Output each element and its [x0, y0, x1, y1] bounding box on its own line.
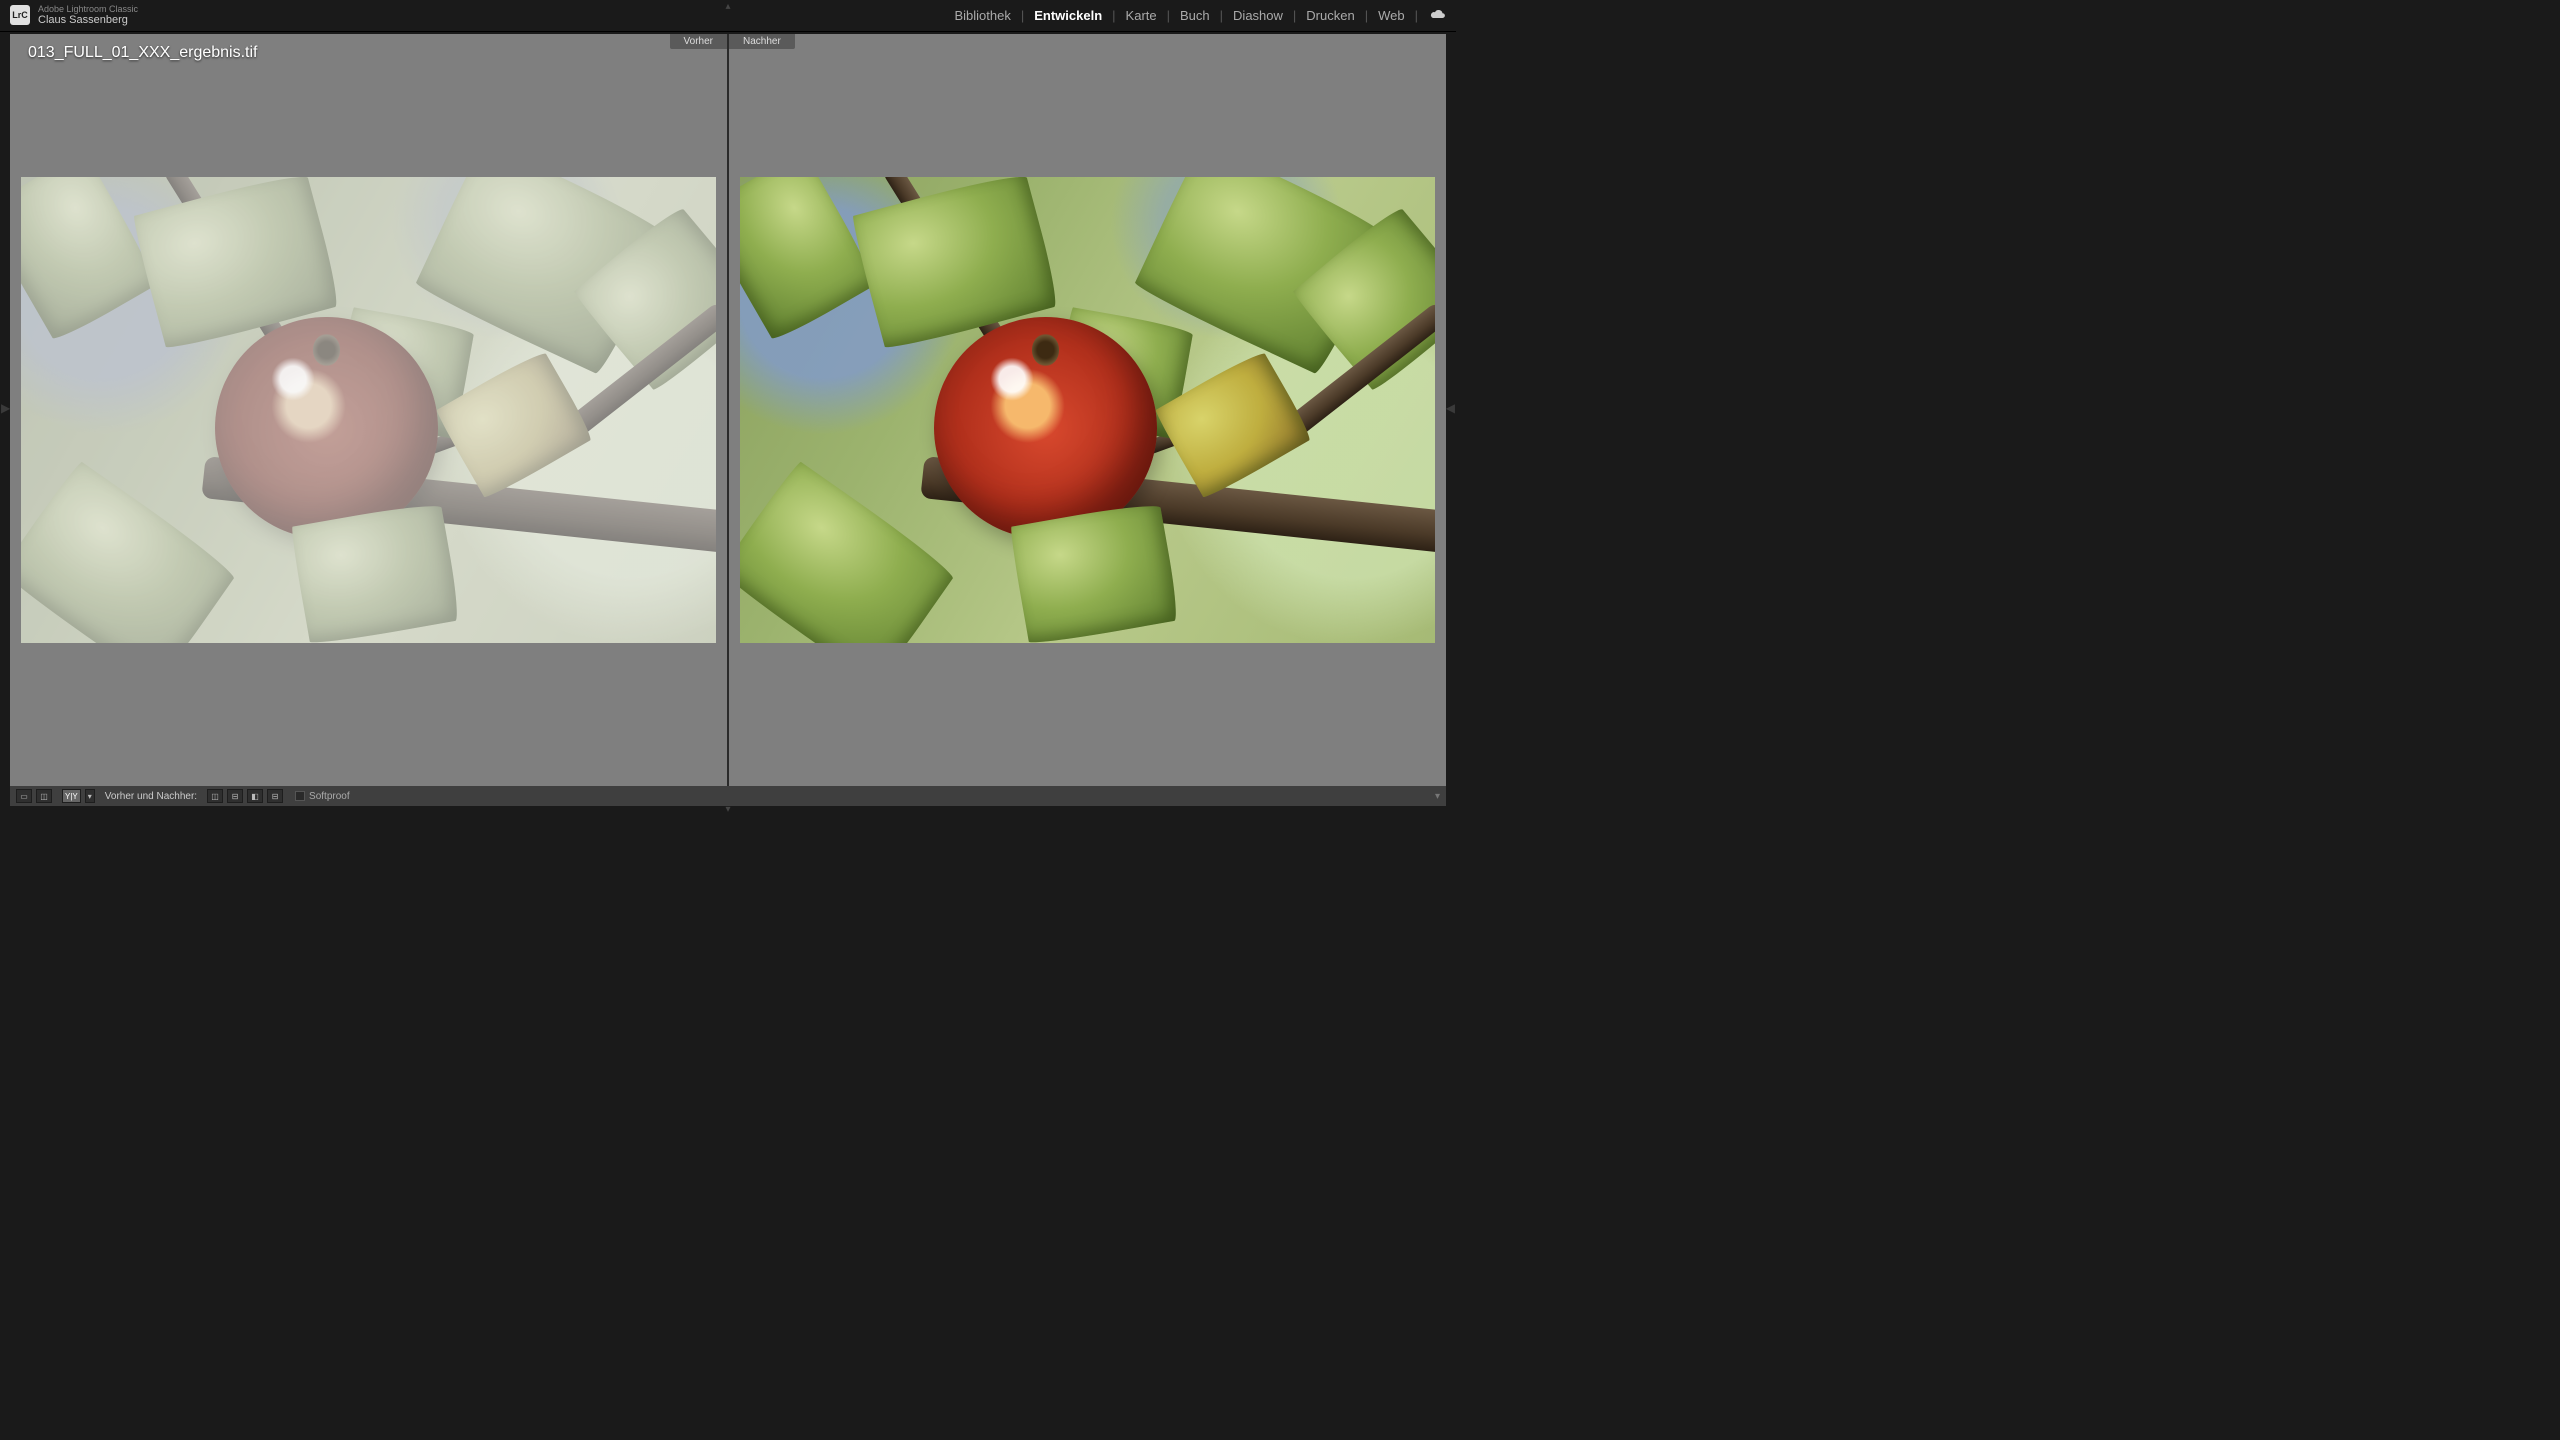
app-logo-icon: LrC	[10, 5, 30, 25]
module-separator: |	[1287, 8, 1302, 23]
module-separator: |	[1409, 8, 1424, 23]
before-photo[interactable]	[21, 177, 716, 644]
module-separator: |	[1161, 8, 1176, 23]
module-separator: |	[1015, 8, 1030, 23]
left-panel-collapse-icon[interactable]: ▶	[1, 401, 10, 415]
right-panel-collapse-icon[interactable]: ◀	[1446, 401, 1455, 415]
top-panel-collapse-icon[interactable]: ▴	[725, 1, 730, 12]
cloud-sync-icon[interactable]	[1424, 8, 1446, 23]
compare-grid-button[interactable]: ◫	[36, 789, 52, 803]
ba-mode-leftright-button[interactable]: ◫	[207, 789, 223, 803]
before-pane[interactable]: 013_FULL_01_XXX_ergebnis.tif Vorher	[10, 34, 729, 786]
module-separator: |	[1359, 8, 1374, 23]
before-after-button[interactable]: Y|Y	[62, 789, 81, 803]
module-web[interactable]: Web	[1374, 8, 1409, 23]
before-tag: Vorher	[670, 34, 727, 49]
module-drucken[interactable]: Drucken	[1302, 8, 1358, 23]
module-entwickeln[interactable]: Entwickeln	[1030, 8, 1106, 23]
ba-mode-split-v-button[interactable]: ◧	[247, 789, 263, 803]
app-title: Adobe Lightroom Classic	[38, 5, 138, 15]
after-pane[interactable]: Nachher	[729, 34, 1446, 786]
app-title-block: Adobe Lightroom Classic Claus Sassenberg	[38, 5, 138, 27]
before-after-dropdown[interactable]: ▾	[85, 789, 95, 803]
filmstrip-collapse-icon[interactable]: ▾	[725, 804, 730, 815]
before-after-label: Vorher und Nachher:	[99, 791, 203, 802]
ba-mode-split-h-button[interactable]: ⊟	[267, 789, 283, 803]
after-photo[interactable]	[740, 177, 1435, 644]
module-separator: |	[1106, 8, 1121, 23]
module-picker: Bibliothek|Entwickeln|Karte|Buch|Diashow…	[950, 8, 1446, 23]
module-karte[interactable]: Karte	[1122, 8, 1161, 23]
filename-label: 013_FULL_01_XXX_ergebnis.tif	[28, 44, 258, 62]
compare-view: 013_FULL_01_XXX_ergebnis.tif Vorher Nach…	[10, 34, 1446, 786]
develop-toolbar: ▭ ◫ Y|Y ▾ Vorher und Nachher: ◫ ⊟ ◧ ⊟ So…	[10, 786, 1446, 806]
module-bibliothek[interactable]: Bibliothek	[950, 8, 1014, 23]
module-diashow[interactable]: Diashow	[1229, 8, 1287, 23]
header-left: LrC Adobe Lightroom Classic Claus Sassen…	[10, 5, 138, 27]
softproof-label: Softproof	[309, 791, 350, 802]
after-tag: Nachher	[729, 34, 795, 49]
module-buch[interactable]: Buch	[1176, 8, 1214, 23]
module-separator: |	[1214, 8, 1229, 23]
ba-mode-topbottom-button[interactable]: ⊟	[227, 789, 243, 803]
app-user: Claus Sassenberg	[38, 14, 138, 26]
loupe-view-button[interactable]: ▭	[16, 789, 32, 803]
toolbar-menu-icon[interactable]: ▾	[1435, 791, 1440, 802]
softproof-checkbox[interactable]	[295, 791, 305, 801]
